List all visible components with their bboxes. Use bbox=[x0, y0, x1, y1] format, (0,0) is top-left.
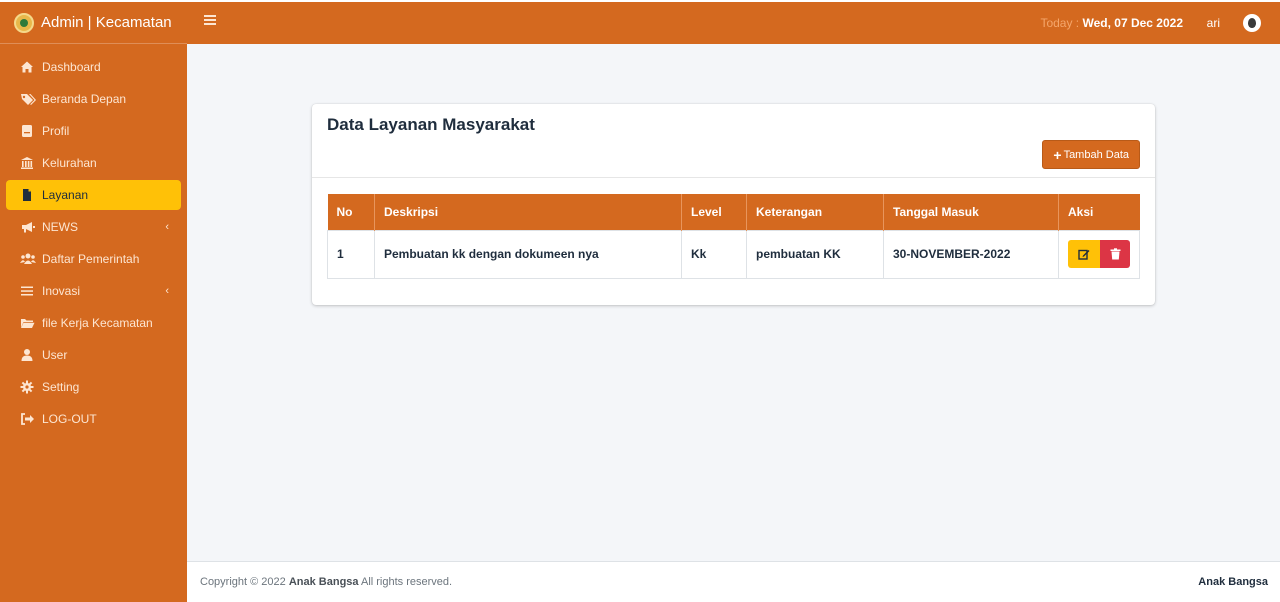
sidebar-item-label: Beranda Depan bbox=[42, 92, 127, 106]
column-header: No bbox=[327, 194, 375, 230]
footer: Copyright © 2022 Anak Bangsa All rights … bbox=[187, 561, 1280, 602]
table-header-row: No Deskripsi Level Keterangan Tanggal Ma… bbox=[327, 194, 1140, 230]
edit-icon bbox=[1078, 249, 1090, 260]
column-header: Tanggal Masuk bbox=[883, 194, 1059, 230]
sign-out-icon bbox=[20, 412, 34, 426]
bank-icon bbox=[20, 156, 34, 170]
cell-tanggal-masuk: 30-NOVEMBER-2022 bbox=[883, 229, 1059, 279]
emblem-logo-icon bbox=[14, 12, 34, 33]
sidebar-item-news[interactable]: NEWS ‹ bbox=[6, 212, 181, 242]
sidebar-item-profil[interactable]: Profil bbox=[6, 116, 181, 146]
sidebar-item-file-kerja-kecamatan[interactable]: file Kerja Kecamatan bbox=[6, 308, 181, 338]
sidebar-item-label: Inovasi bbox=[42, 284, 81, 298]
home-icon bbox=[20, 60, 34, 74]
megaphone-icon bbox=[20, 220, 35, 234]
folder-icon bbox=[20, 316, 35, 330]
user-icon bbox=[20, 348, 34, 362]
trash-icon bbox=[1110, 248, 1120, 260]
sidebar-item-layanan[interactable]: Layanan bbox=[6, 180, 181, 210]
copyright-prefix: Copyright © 2022 bbox=[200, 576, 289, 588]
edit-button[interactable] bbox=[1068, 240, 1100, 268]
today-value: Wed, 07 Dec 2022 bbox=[1082, 16, 1183, 30]
avatar[interactable] bbox=[1243, 14, 1261, 32]
column-header: Aksi bbox=[1058, 194, 1140, 230]
sidebar-item-kelurahan[interactable]: Kelurahan bbox=[6, 148, 181, 178]
copyright-brand[interactable]: Anak Bangsa bbox=[289, 576, 359, 588]
user-avatar-icon bbox=[1248, 18, 1256, 28]
brand-title: Admin | Kecamatan bbox=[41, 14, 172, 31]
sidebar-item-beranda-depan[interactable]: Beranda Depan bbox=[6, 84, 181, 114]
bars-icon bbox=[20, 284, 34, 298]
footer-brand: Anak Bangsa bbox=[1198, 576, 1268, 588]
sidebar-item-log-out[interactable]: LOG-OUT bbox=[6, 404, 181, 434]
document-icon bbox=[20, 124, 34, 138]
sidebar-item-dashboard[interactable]: Dashboard bbox=[6, 52, 181, 82]
cell-aksi bbox=[1058, 229, 1140, 279]
data-table: No Deskripsi Level Keterangan Tanggal Ma… bbox=[327, 194, 1140, 279]
menu-toggle-icon[interactable] bbox=[204, 15, 216, 25]
chevron-left-icon: ‹ bbox=[165, 285, 169, 297]
plus-icon: + bbox=[1053, 146, 1062, 163]
username[interactable]: ari bbox=[1207, 16, 1220, 30]
top-navbar: Today : Wed, 07 Dec 2022 ari bbox=[187, 2, 1280, 44]
sidebar-item-setting[interactable]: Setting bbox=[6, 372, 181, 402]
cell-keterangan: pembuatan KK bbox=[746, 229, 884, 279]
sidebar-item-inovasi[interactable]: Inovasi ‹ bbox=[6, 276, 181, 306]
column-header: Level bbox=[681, 194, 747, 230]
cell-level: Kk bbox=[681, 229, 747, 279]
copyright-suffix: All rights reserved. bbox=[358, 576, 453, 588]
gear-icon bbox=[20, 380, 34, 394]
sidebar-item-label: Setting bbox=[42, 380, 80, 394]
divider bbox=[312, 177, 1155, 178]
users-icon bbox=[20, 252, 36, 266]
sidebar-item-label: Profil bbox=[42, 124, 70, 138]
sidebar-item-label: User bbox=[42, 348, 68, 362]
delete-button[interactable] bbox=[1100, 240, 1130, 268]
sidebar-item-label: file Kerja Kecamatan bbox=[42, 316, 153, 330]
sidebar-nav: Dashboard Beranda Depan Profil Kelurahan… bbox=[0, 44, 187, 434]
sidebar-item-label: Dashboard bbox=[42, 60, 101, 74]
tags-icon bbox=[20, 92, 36, 106]
chevron-left-icon: ‹ bbox=[165, 221, 169, 233]
sidebar-item-label: Kelurahan bbox=[42, 156, 97, 170]
cell-deskripsi: Pembuatan kk dengan dokumeen nya bbox=[374, 229, 682, 279]
sidebar-item-label: Daftar Pemerintah bbox=[42, 252, 140, 266]
today-date: Today : Wed, 07 Dec 2022 bbox=[1040, 16, 1183, 30]
sidebar-item-label: Layanan bbox=[42, 188, 89, 202]
page-title: Data Layanan Masyarakat bbox=[327, 115, 535, 134]
add-data-button[interactable]: + Tambah Data bbox=[1042, 140, 1140, 169]
sidebar-item-label: LOG-OUT bbox=[42, 412, 97, 426]
brand[interactable]: Admin | Kecamatan bbox=[0, 2, 187, 44]
cell-no: 1 bbox=[327, 229, 375, 279]
add-data-label: Tambah Data bbox=[1063, 148, 1129, 161]
column-header: Keterangan bbox=[746, 194, 884, 230]
file-icon bbox=[20, 188, 34, 202]
main-content: Data Layanan Masyarakat + Tambah Data No… bbox=[187, 44, 1280, 561]
sidebar-item-label: NEWS bbox=[42, 220, 78, 234]
data-card: Data Layanan Masyarakat + Tambah Data No… bbox=[312, 104, 1155, 305]
sidebar: Admin | Kecamatan Dashboard Beranda Depa… bbox=[0, 2, 187, 602]
column-header: Deskripsi bbox=[374, 194, 682, 230]
sidebar-item-user[interactable]: User bbox=[6, 340, 181, 370]
today-label: Today : bbox=[1040, 16, 1083, 30]
copyright: Copyright © 2022 Anak Bangsa All rights … bbox=[200, 576, 452, 588]
sidebar-item-daftar-pemerintah[interactable]: Daftar Pemerintah bbox=[6, 244, 181, 274]
table-row: 1 Pembuatan kk dengan dokumeen nya Kk pe… bbox=[327, 229, 1140, 279]
